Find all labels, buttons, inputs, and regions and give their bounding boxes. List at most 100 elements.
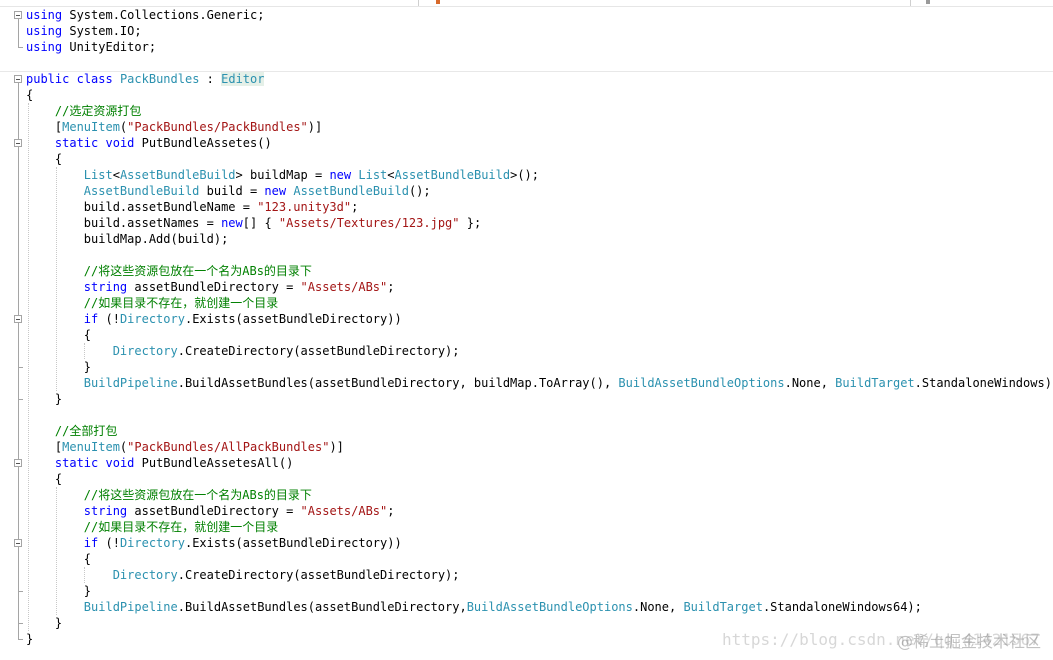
- code-token: List: [83, 168, 113, 182]
- code-token: > buildMap =: [235, 168, 330, 182]
- code-token: :: [199, 72, 222, 86]
- fold-end: [18, 623, 23, 624]
- code-token: build =: [199, 184, 265, 198]
- tab-indicator: [436, 0, 440, 4]
- code-token: "Assets/Textures/123.jpg": [278, 216, 460, 230]
- code-line: //如果目录不存在，就创建一个目录: [26, 519, 278, 535]
- code-line: {: [26, 87, 33, 103]
- code-token: }: [26, 360, 92, 374]
- fold-toggle-icon[interactable]: [14, 139, 22, 147]
- code-token: //将这些资源包放在一个名为ABs的目录下: [83, 264, 312, 278]
- code-line: }: [26, 359, 91, 375]
- code-token: }: [26, 616, 63, 630]
- code-token: BuildAssetBundleOptions: [618, 376, 785, 390]
- code-line: {: [26, 151, 62, 167]
- code-token: new: [329, 168, 352, 182]
- code-token: MenuItem: [62, 120, 120, 134]
- code-token: PutBundleAssetesAll(): [134, 456, 294, 470]
- fold-toggle-icon[interactable]: [14, 315, 22, 323]
- code-line: build.assetBundleName = "123.unity3d";: [26, 199, 359, 215]
- code-token: BuildPipeline: [83, 376, 178, 390]
- code-line: string assetBundleDirectory = "Assets/AB…: [26, 503, 395, 519]
- code-token: PutBundleAssetes(): [134, 136, 272, 150]
- code-token: BuildTarget: [835, 376, 915, 390]
- code-token: .CreateDirectory(assetBundleDirectory);: [177, 568, 460, 582]
- code-line: Directory.CreateDirectory(assetBundleDir…: [26, 567, 460, 583]
- fold-toggle-icon[interactable]: [14, 459, 22, 467]
- code-token: .BuildAssetBundles(assetBundleDirectory,: [177, 600, 467, 614]
- code-token: (!: [98, 536, 120, 550]
- code-token: AssetBundleBuild: [83, 184, 200, 198]
- fold-toggle-icon[interactable]: [14, 539, 22, 547]
- code-token: using: [26, 40, 63, 54]
- code-token: ();: [408, 184, 431, 198]
- code-line: }: [26, 631, 33, 647]
- code-token: AssetBundleBuild: [293, 184, 409, 198]
- code-token: (!: [98, 312, 120, 326]
- code-token: Directory: [119, 536, 185, 550]
- code-line: AssetBundleBuild build = new AssetBundle…: [26, 183, 431, 199]
- code-editor[interactable]: using System.Collections.Generic; using S…: [0, 7, 1053, 647]
- fold-line: [18, 19, 19, 47]
- code-token: >();: [510, 168, 540, 182]
- watermark-site: @稀土掘金技术社区: [896, 632, 1041, 651]
- indent-guide: [56, 487, 57, 615]
- fold-end: [18, 47, 23, 48]
- code-line: //选定资源打包: [26, 103, 141, 119]
- fold-end: [18, 399, 23, 400]
- code-token: BuildTarget: [683, 600, 763, 614]
- code-line: {: [26, 471, 62, 487]
- code-token: BuildAssetBundleOptions: [466, 600, 633, 614]
- indent-guide: [84, 343, 85, 359]
- code-line: List<AssetBundleBuild> buildMap = new Li…: [26, 167, 539, 183]
- code-token: assetBundleDirectory =: [127, 504, 301, 518]
- code-token: AssetBundleBuild: [394, 168, 511, 182]
- code-token: List: [358, 168, 388, 182]
- code-token: UnityEditor;: [62, 40, 157, 54]
- fold-toggle-icon[interactable]: [14, 11, 22, 19]
- code-line: [MenuItem("PackBundles/PackBundles")]: [26, 119, 322, 135]
- code-line: static void PutBundleAssetes(): [26, 135, 272, 151]
- code-line: string assetBundleDirectory = "Assets/AB…: [26, 279, 395, 295]
- code-token: "PackBundles/AllPackBundles": [127, 440, 330, 454]
- code-token: new: [221, 216, 243, 230]
- tab-indicator: [926, 0, 930, 4]
- code-token: <: [387, 168, 395, 182]
- code-token: [] {: [242, 216, 279, 230]
- code-token: }: [26, 584, 92, 598]
- code-token: string: [83, 280, 128, 294]
- code-token: "PackBundles/PackBundles": [127, 120, 308, 134]
- code-line: BuildPipeline.BuildAssetBundles(assetBun…: [26, 599, 922, 615]
- code-token: class: [76, 72, 113, 86]
- code-token: .StandaloneWindows64);: [762, 600, 922, 614]
- code-token: .StandaloneWindows);: [914, 376, 1053, 390]
- code-token: AssetBundleBuild: [119, 168, 236, 182]
- code-line: static void PutBundleAssetesAll(): [26, 455, 293, 471]
- code-token: ;: [351, 200, 359, 214]
- code-token: using: [26, 24, 63, 38]
- code-line: if (!Directory.Exists(assetBundleDirecto…: [26, 311, 402, 327]
- code-line: {: [26, 551, 91, 567]
- indent-guide: [84, 567, 85, 583]
- fold-end: [18, 591, 23, 592]
- code-token: "Assets/ABs": [300, 504, 388, 518]
- code-token: ;: [387, 280, 395, 294]
- code-token: ;: [387, 504, 395, 518]
- code-line: }: [26, 615, 62, 631]
- code-token: void: [105, 456, 135, 470]
- fold-toggle-icon[interactable]: [14, 75, 22, 83]
- code-token: }: [26, 392, 63, 406]
- code-token: )]: [307, 120, 323, 134]
